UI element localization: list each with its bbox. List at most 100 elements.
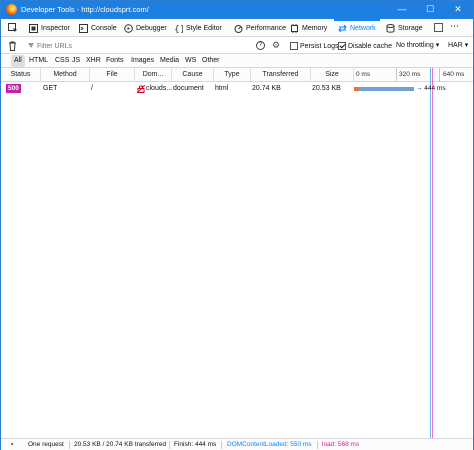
dom-content-loaded-marker: [430, 68, 431, 438]
column-status[interactable]: Status: [1, 68, 41, 82]
cause-cell: document: [173, 85, 204, 92]
timing-bar-waiting: [359, 87, 414, 91]
status-badge: 500: [6, 84, 21, 93]
devtools-window: Developer Tools - http://cloudsprt.com/ …: [0, 0, 474, 450]
tab-label: Style Editor: [186, 24, 222, 32]
tab-debugger[interactable]: Debugger: [120, 19, 171, 37]
tab-label: Console: [91, 24, 117, 32]
persist-logs-label: Persist Logs: [300, 42, 339, 50]
transferred-cell: 20.74 KB: [252, 85, 281, 92]
timing-label: → 444 ms: [416, 85, 446, 92]
tab-label: Memory: [302, 24, 328, 32]
status-bar: ◔ One request 20.53 KB / 20.74 KB transf…: [1, 438, 473, 450]
insecure-lock-icon: [137, 85, 145, 93]
type-filter-fonts[interactable]: Fonts: [103, 55, 127, 67]
filter-urls-input[interactable]: [27, 40, 247, 52]
har-label: HAR: [448, 42, 463, 49]
tab-label: Network: [350, 24, 376, 32]
window-title: Developer Tools - http://cloudsprt.com/: [21, 5, 149, 14]
maximize-button[interactable]: ☐: [417, 1, 443, 19]
console-icon: [79, 23, 88, 33]
performance-analysis-icon[interactable]: ◔: [9, 439, 14, 450]
svg-text:{}: {}: [174, 25, 183, 33]
method-cell: GET: [43, 85, 58, 92]
column-size[interactable]: Size: [311, 68, 354, 82]
trash-icon[interactable]: [8, 41, 17, 51]
gear-icon[interactable]: ⚙: [272, 40, 280, 51]
waterfall-tick-line: [396, 68, 397, 82]
type-filter-xhr[interactable]: XHR: [83, 55, 104, 67]
type-filter-media[interactable]: Media: [157, 55, 182, 67]
performance-icon: [234, 24, 243, 33]
more-options-icon[interactable]: ⋯: [450, 21, 459, 32]
element-picker-icon[interactable]: [8, 23, 18, 33]
har-menu[interactable]: HAR ▾: [448, 40, 468, 52]
column-transferred[interactable]: Transferred: [251, 68, 311, 82]
column-method[interactable]: Method: [41, 68, 90, 82]
tab-storage[interactable]: Storage: [382, 19, 427, 37]
type-filter-js[interactable]: JS: [69, 55, 83, 67]
checkbox-box[interactable]: [290, 42, 298, 50]
disable-cache-checkbox[interactable]: Disable cache: [338, 40, 392, 52]
domain-cell: clouds...: [146, 85, 172, 92]
type-cell: html: [215, 85, 229, 92]
separator: [169, 441, 170, 449]
waterfall-tick: 0 ms: [356, 71, 371, 78]
type-filter-html[interactable]: HTML: [26, 55, 51, 67]
column-file[interactable]: File: [90, 68, 135, 82]
request-table-header: Status Method File Dom... Cause Type Tra…: [1, 68, 473, 82]
tab-performance[interactable]: Performance: [230, 19, 290, 37]
request-row[interactable]: 500 GET / clouds... document html 20.74 …: [1, 82, 473, 96]
tab-label: Performance: [246, 24, 287, 32]
tab-network[interactable]: Network: [334, 19, 380, 37]
column-domain[interactable]: Dom...: [135, 68, 172, 82]
type-filter-bar: All HTML CSS JS XHR Fonts Images Media W…: [1, 54, 473, 68]
network-icon: [338, 24, 347, 32]
close-button[interactable]: ✕: [445, 1, 471, 19]
dock-icon[interactable]: [434, 23, 443, 32]
tab-label: Storage: [398, 24, 423, 32]
transferred-summary: 20.53 KB / 20.74 KB transferred: [74, 441, 167, 448]
tab-console[interactable]: Console: [75, 19, 121, 37]
type-filter-ws[interactable]: WS: [182, 55, 199, 67]
column-type[interactable]: Type: [214, 68, 251, 82]
waterfall-tick: 320 ms: [399, 71, 421, 78]
debugger-icon: [124, 23, 133, 33]
throttling-value: No throttling: [396, 42, 434, 49]
persist-logs-checkbox[interactable]: Persist Logs: [290, 40, 339, 52]
checkbox-box[interactable]: [338, 42, 346, 50]
style-editor-icon: {}: [174, 25, 183, 33]
chevron-down-icon: ▾: [435, 42, 440, 49]
waterfall-tick-line: [439, 68, 440, 82]
column-cause[interactable]: Cause: [172, 68, 214, 82]
tab-memory[interactable]: Memory: [286, 19, 331, 37]
disable-cache-label: Disable cache: [348, 42, 392, 50]
inspector-icon: [29, 23, 38, 33]
finish-time: Finish: 444 ms: [174, 441, 217, 448]
tab-label: Debugger: [136, 24, 167, 32]
tab-style-editor[interactable]: {} Style Editor: [170, 19, 226, 37]
load-time: load: 568 ms: [322, 441, 360, 448]
type-filter-images[interactable]: Images: [128, 55, 157, 67]
chevron-down-icon: ▾: [464, 42, 469, 49]
memory-icon: [291, 23, 298, 33]
waterfall-tick: 640 ms: [443, 71, 465, 78]
minimize-button[interactable]: —: [389, 1, 415, 19]
help-icon[interactable]: ?: [256, 41, 265, 50]
throttling-select[interactable]: No throttling ▾: [396, 40, 439, 52]
load-marker: [432, 68, 433, 438]
firefox-logo-icon: [6, 4, 17, 15]
separator: [221, 441, 222, 449]
separator: [69, 441, 70, 449]
tab-label: Inspector: [41, 24, 70, 32]
request-count: One request: [28, 441, 64, 448]
filter-bar: ? ⚙ Persist Logs Disable cache No thrott…: [1, 38, 473, 54]
dom-content-loaded-time: DOMContentLoaded: 550 ms: [227, 441, 312, 448]
file-cell: /: [91, 85, 93, 92]
type-filter-other[interactable]: Other: [199, 55, 223, 67]
type-filter-all[interactable]: All: [11, 55, 25, 67]
tab-inspector[interactable]: Inspector: [25, 19, 74, 37]
separator: [317, 441, 318, 449]
title-bar: Developer Tools - http://cloudsprt.com/ …: [1, 1, 473, 19]
size-cell: 20.53 KB: [312, 85, 341, 92]
